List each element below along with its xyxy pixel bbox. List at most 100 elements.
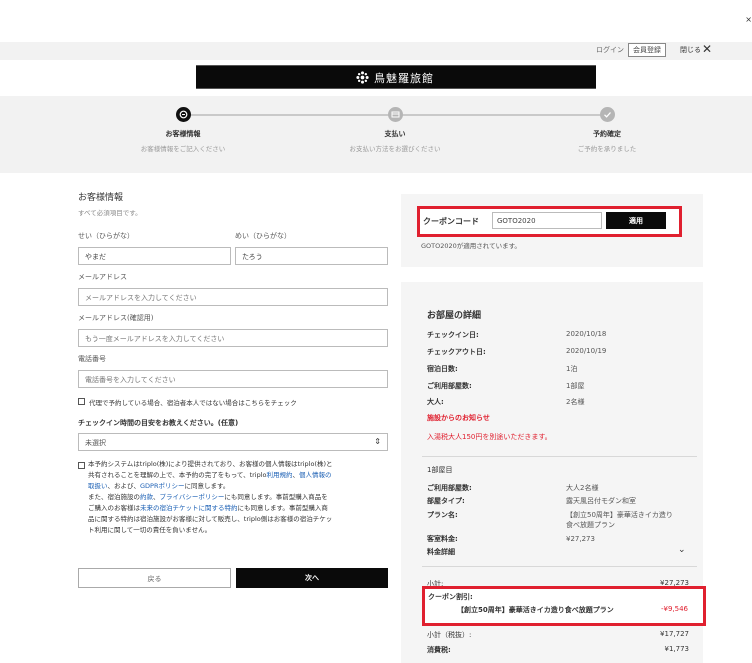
subtotal-tax-excl-label: 小計（税抜）: — [427, 631, 472, 639]
room-count-value: 1部屋 — [566, 382, 585, 390]
step-title: お客様情報 — [165, 130, 201, 138]
privacy-handling-link-cont[interactable]: 取扱い — [88, 482, 108, 490]
email-confirm-input[interactable]: もう一度メールアドレスを入力してください — [78, 329, 388, 347]
checkout-date-value: 2020/10/19 — [566, 347, 607, 355]
hotel-banner: 鳥魅羅旅館 — [196, 65, 596, 89]
consent-line: 取扱い、および、GDPRポリシーに同意します。 — [88, 481, 393, 492]
checkin-date-label: チェックイン日: — [427, 331, 479, 339]
email-confirm-label: メールアドレス(確認用) — [78, 314, 154, 322]
hotel-name: 鳥魅羅旅館 — [374, 72, 434, 85]
step-payment: 支払い お支払い方法をお選びください — [315, 107, 475, 153]
privacy-handling-link[interactable]: 個人情報の — [299, 471, 332, 479]
plan-value-line: 【創立50周年】豪華活きイカ造り — [566, 511, 673, 519]
consent-line: 品に関する特約は宿泊施設がお客様に対して販売し、triplo側はお客様の宿泊チケ… — [88, 515, 333, 523]
checkin-time-value: 未選択 — [85, 439, 106, 447]
checkout-date-label: チェックアウト日: — [427, 348, 486, 356]
room-count-label: ご利用部屋数: — [427, 382, 472, 390]
adults-value: 2名様 — [566, 398, 585, 406]
coupon-box: クーポンコード GOTO2020 適用 — [417, 206, 682, 237]
checkin-time-label: チェックイン時間の目安をお教えください。(任意) — [78, 419, 239, 427]
form-title: お客様情報 — [78, 193, 124, 203]
phone-input[interactable]: 電話番号を入力してください — [78, 370, 388, 388]
subtotal-tax-excl-value: ¥17,727 — [660, 630, 689, 638]
coupon-label: クーポンコード — [423, 217, 479, 226]
divider — [422, 456, 697, 457]
last-name-label: せい（ひらがな） — [78, 232, 134, 240]
phone-label: 電話番号 — [78, 355, 106, 363]
consent-segment: に同意します。 — [184, 482, 230, 490]
room-fee-label: 客室料金: — [427, 535, 458, 543]
step-customer-info: お客様情報 お客様情報をご記入ください — [103, 107, 263, 153]
back-button[interactable]: 戻る — [78, 568, 231, 588]
room-type-value: 露天風呂付モダン和室 — [566, 497, 636, 505]
last-name-input[interactable]: やまだ — [78, 247, 231, 265]
guests-label: ご利用部屋数: — [427, 484, 472, 492]
coupon-discount-box: クーポン割引: 【創立50周年】豪華活きイカ造り食べ放題プラン -¥9,546 — [422, 586, 706, 626]
consent-segment: 共有されることを理解の上で、本予約の完了をもって、triplo — [88, 471, 267, 479]
room-type-label: 部屋タイプ: — [427, 497, 465, 505]
step-confirmed: 予約確定 ご予約を承りました — [527, 107, 687, 153]
chevron-down-icon[interactable]: ⌄ — [678, 545, 686, 555]
coupon-apply-button[interactable]: 適用 — [606, 212, 666, 229]
email-label: メールアドレス — [78, 273, 127, 281]
check-icon — [599, 107, 615, 122]
proxy-checkbox[interactable] — [78, 398, 85, 405]
hotel-logo-icon — [356, 71, 369, 84]
consent-segment: ご購入のお客様は — [88, 504, 140, 512]
room-details-title: お部屋の詳細 — [427, 311, 482, 321]
step-subtitle: ご予約を承りました — [577, 145, 637, 153]
email-input[interactable]: メールアドレスを入力してください — [78, 288, 388, 306]
register-button[interactable]: 会員登録 — [628, 43, 666, 57]
checkin-date-value: 2020/10/18 — [566, 330, 607, 338]
step-current-icon — [175, 107, 191, 122]
tax-label: 消費税: — [427, 646, 451, 654]
terms-link[interactable]: 利用規約 — [267, 471, 293, 479]
tax-value: ¥1,773 — [664, 645, 690, 653]
consent-text: 本予約システムはtriplo(株)により提供されており、お客様の個人情報はtri… — [88, 459, 393, 536]
room-number: 1部屋目 — [427, 466, 453, 474]
consent-segment: また、宿泊施設の — [88, 493, 140, 501]
guests-value: 大人2名様 — [566, 484, 599, 492]
first-name-label: めい（ひらがな） — [235, 232, 291, 240]
agreement-link[interactable]: 約款 — [140, 493, 153, 501]
consent-segment: にも同意します。事前型購入商 — [237, 504, 328, 512]
gdpr-link[interactable]: GDPRポリシー — [140, 482, 184, 490]
window-close-icon[interactable]: × — [745, 15, 752, 24]
adults-label: 大人: — [427, 398, 444, 406]
consent-line: 共有されることを理解の上で、本予約の完了をもって、triplo利用規約、個人情報… — [88, 470, 393, 481]
consent-line: ご購入のお客様は未来の宿泊チケットに関する特約にも同意します。事前型購入商 — [88, 503, 393, 514]
close-icon[interactable]: ✕ — [702, 42, 712, 56]
nights-label: 宿泊日数: — [427, 365, 458, 373]
plan-value-line: 食べ放題プラン — [566, 521, 615, 529]
coupon-applied-message: GOTO2020が適用されています。 — [421, 242, 521, 250]
consent-line: 本予約システムはtriplo(株)により提供されており、お客様の個人情報はtri… — [88, 460, 333, 468]
checkin-time-select[interactable]: 未選択 ⇕ — [78, 433, 388, 451]
nights-value: 1泊 — [566, 365, 578, 373]
select-arrow-icon: ⇕ — [374, 437, 381, 446]
notice-text: 入湯税大人150円を別途いただきます。 — [427, 433, 552, 441]
consent-line: ト利用に関して一切の責任を負いません。 — [88, 526, 212, 534]
coupon-discount-amount: -¥9,546 — [660, 605, 688, 613]
notice-title: 施設からのお知らせ — [427, 414, 490, 422]
hotel-header: 鳥魅羅旅館 — [0, 60, 752, 96]
divider — [422, 566, 697, 567]
price-detail-toggle[interactable]: 料金詳細 — [427, 547, 455, 557]
step-subtitle: お客様情報をご記入ください — [140, 145, 226, 153]
privacy-policy-link[interactable]: プライバシーポリシー — [160, 493, 225, 501]
coupon-input[interactable]: GOTO2020 — [492, 212, 602, 229]
card-icon — [387, 107, 403, 122]
required-note: すべて必須項目です。 — [78, 209, 142, 217]
step-title: 予約確定 — [593, 130, 621, 138]
ticket-terms-link[interactable]: 未来の宿泊チケットに関する特約 — [140, 504, 238, 512]
consent-checkbox[interactable] — [78, 462, 85, 469]
top-bar: ログイン 会員登録 閉じる ✕ — [0, 42, 752, 60]
next-button[interactable]: 次へ — [236, 568, 388, 588]
login-link[interactable]: ログイン — [596, 45, 624, 55]
customer-form: お客様情報 すべて必須項目です。 — [78, 190, 390, 217]
consent-segment: にも同意します。事前型購入商品を — [224, 493, 328, 501]
coupon-discount-plan: 【創立50周年】豪華活きイカ造り食べ放題プラン — [457, 606, 614, 614]
close-link[interactable]: 閉じる — [680, 45, 701, 55]
first-name-input[interactable]: たろう — [235, 247, 388, 265]
step-subtitle: お支払い方法をお選びください — [349, 145, 441, 153]
step-title: 支払い — [384, 130, 406, 138]
